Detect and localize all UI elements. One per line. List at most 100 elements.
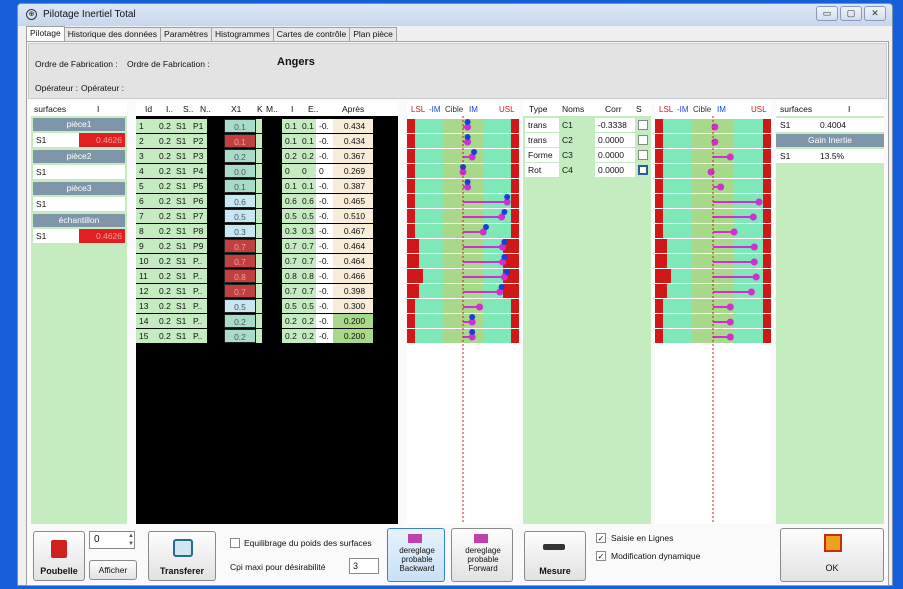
table-cell: 0.2 <box>224 329 256 343</box>
col-x1: X1 <box>231 104 242 114</box>
tab-plan-piece[interactable]: Plan pièce <box>349 27 397 41</box>
table-row[interactable]: 11 0.2 S1 P.. 0.8 0.8 0.8 -0. 0.466 <box>136 269 398 283</box>
table-cell-k <box>256 149 262 163</box>
counter-spinner[interactable]: ▲ ▼ <box>127 532 135 548</box>
table-row[interactable]: 14 0.2 S1 P.. 0.2 0.2 0.2 -0. 0.200 <box>136 314 398 328</box>
corrector-row[interactable]: trans C2 0.0000 <box>523 133 651 147</box>
table-row[interactable]: 2 0.2 S1 P2 0.1 0.1 0.1 -0. 0.434 <box>136 134 398 148</box>
tab-parametres[interactable]: Paramètres <box>160 27 212 41</box>
table-row[interactable]: 8 0.2 S1 P8 0.3 0.3 0.3 -0. 0.467 <box>136 224 398 238</box>
table-row[interactable]: 4 0.2 S1 P4 0.0 0 0 0 0.269 <box>136 164 398 178</box>
corrector-cell[interactable]: 0.0000 <box>595 163 635 177</box>
corrector-row[interactable]: trans C1 -0.3338 <box>523 118 651 132</box>
table-cell: S1 <box>173 179 190 193</box>
corrector-select-checkbox[interactable] <box>638 135 648 145</box>
corrector-select-checkbox[interactable] <box>638 150 648 160</box>
chart-lsl-bar <box>407 164 415 178</box>
chart-usl-bar <box>511 299 519 313</box>
chart-lsl-bar <box>655 299 663 313</box>
table-cell: P5 <box>190 179 207 193</box>
table-cell-k <box>256 164 262 178</box>
chart-blue-point <box>501 254 508 260</box>
saisie-checkbox[interactable]: ✓ <box>596 533 606 543</box>
backward-button[interactable]: dereglage probable Backward <box>387 528 445 582</box>
table-cell-k <box>256 179 262 193</box>
transferer-button[interactable]: Transferer <box>148 531 216 581</box>
ok-button[interactable]: OK <box>780 528 884 582</box>
surface-name: S1 <box>36 231 47 241</box>
chart-lsl-bar <box>655 254 667 268</box>
surface-group-4: échantillon <box>33 214 125 227</box>
corrector-row[interactable]: Rot C4 0.0000 <box>523 163 651 177</box>
tab-cartes[interactable]: Cartes de contrôle <box>272 27 351 41</box>
table-cell: 0.200 <box>333 329 373 343</box>
table-cell: P.. <box>190 254 207 268</box>
tab-pilotage[interactable]: Pilotage <box>26 26 65 42</box>
chart-lsl-bar <box>407 179 415 193</box>
table-row[interactable]: 1 0.2 S1 P1 0.1 0.1 0.1 -0. 0.434 <box>136 119 398 133</box>
chart-label-1: -IM <box>429 105 441 114</box>
table-cell: 7 <box>136 209 156 223</box>
corrector-cell[interactable]: -0.3338 <box>595 118 635 132</box>
table-row[interactable]: 7 0.2 S1 P7 0.5 0.5 0.5 -0. 0.510 <box>136 209 398 223</box>
mesure-button[interactable]: Mesure <box>524 531 586 581</box>
corrector-row[interactable]: Forme C3 0.0000 <box>523 148 651 162</box>
table-cell: 0.2 <box>299 314 316 328</box>
surface-row[interactable]: S1 <box>33 165 125 179</box>
equilibrage-label: Equilibrage du poids des surfaces <box>244 538 372 548</box>
tab-historique[interactable]: Historique des données <box>63 27 162 41</box>
table-row[interactable]: 3 0.2 S1 P3 0.2 0.2 0.2 -0. 0.367 <box>136 149 398 163</box>
table-row[interactable]: 15 0.2 S1 P.. 0.2 0.2 0.2 -0. 0.200 <box>136 329 398 343</box>
equilibrage-checkbox[interactable] <box>230 538 240 548</box>
forward-button[interactable]: dereglage probable Forward <box>451 528 513 582</box>
table-cell: -0. <box>316 299 333 313</box>
chart-lsl-bar <box>655 314 663 328</box>
chart-lsl-bar <box>655 209 663 223</box>
corrector-select-checkbox[interactable] <box>638 165 648 175</box>
table-row[interactable]: 9 0.2 S1 P9 0.7 0.7 0.7 -0. 0.464 <box>136 239 398 253</box>
surface-row[interactable]: S1 <box>33 197 125 211</box>
corrector-cell[interactable]: 0.0000 <box>595 148 635 162</box>
maximize-button[interactable]: ▢ <box>840 6 862 21</box>
table-cell: 15 <box>136 329 156 343</box>
table-row[interactable]: 5 0.2 S1 P5 0.1 0.1 0.1 -0. 0.387 <box>136 179 398 193</box>
chart-blue-point <box>464 119 471 125</box>
chart-usl-bar <box>511 119 519 133</box>
corrector-cell[interactable]: 0.0000 <box>595 133 635 147</box>
table-cell: 0.2 <box>156 134 173 148</box>
chart-lsl-bar <box>407 254 419 268</box>
chart-pink-point <box>711 138 719 146</box>
table-cell: 0.8 <box>299 269 316 283</box>
tab-histogrammes[interactable]: Histogrammes <box>210 27 274 41</box>
modif-checkbox[interactable]: ✓ <box>596 551 606 561</box>
table-row[interactable]: 12 0.2 S1 P.. 0.7 0.7 0.7 -0. 0.398 <box>136 284 398 298</box>
chart-blue-point <box>471 149 478 155</box>
corrector-select-checkbox[interactable] <box>638 120 648 130</box>
close-button[interactable]: ✕ <box>864 6 886 21</box>
chart-usl-bar <box>763 284 771 298</box>
minimize-button[interactable]: ▭ <box>816 6 838 21</box>
table-row[interactable]: 6 0.2 S1 P6 0.6 0.6 0.6 -0. 0.465 <box>136 194 398 208</box>
chart-label-1: -IM <box>677 105 689 114</box>
table-cell: 0.367 <box>333 149 373 163</box>
i-col: I <box>97 104 100 114</box>
table-cell: 0.1 <box>299 134 316 148</box>
table-cell: 14 <box>136 314 156 328</box>
surface-row[interactable]: S1 0.4626 <box>33 133 125 147</box>
chart-pink-point <box>707 168 715 176</box>
table-cell-k <box>256 299 262 313</box>
table-cell: 0.2 <box>299 329 316 343</box>
chart-usl-bar <box>763 314 771 328</box>
table-cell: 0.200 <box>333 314 373 328</box>
table-cell: 0.2 <box>282 314 299 328</box>
afficher-button[interactable]: Afficher <box>89 560 137 580</box>
table-cell: P1 <box>190 119 207 133</box>
table-row[interactable]: 10 0.2 S1 P.. 0.7 0.7 0.7 -0. 0.464 <box>136 254 398 268</box>
surfaces-header: surfaces I <box>31 102 127 116</box>
surface-row[interactable]: S1 0.4626 <box>33 229 125 243</box>
table-row[interactable]: 13 0.2 S1 P.. 0.5 0.5 0.5 -0. 0.300 <box>136 299 398 313</box>
poubelle-button[interactable]: Poubelle <box>33 531 85 581</box>
of-label: Ordre de Fabrication : <box>35 59 118 69</box>
cpi-input[interactable]: 3 <box>349 558 379 574</box>
chart-blue-point <box>504 194 511 200</box>
